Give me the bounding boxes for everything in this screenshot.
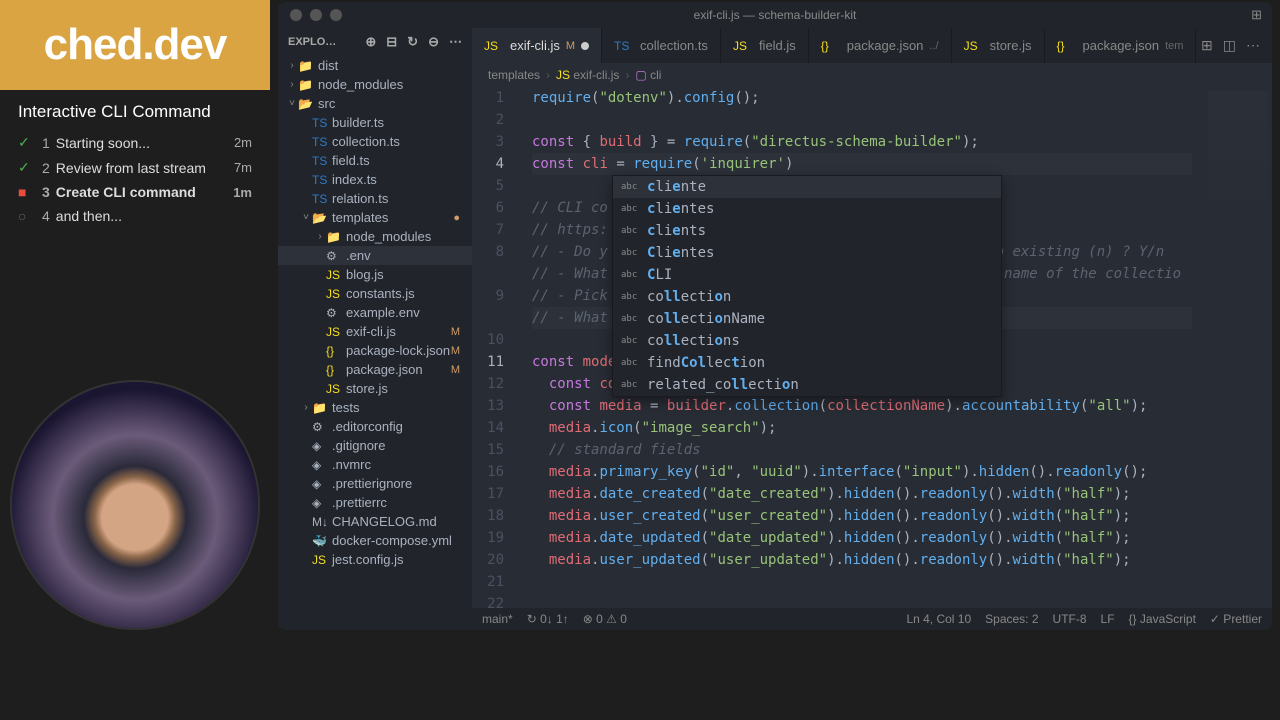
- autocomplete-popup[interactable]: abcclienteabcclientesabcclientsabcClient…: [612, 175, 1002, 397]
- tree-item[interactable]: ⚙example.env: [278, 303, 472, 322]
- indent[interactable]: Spaces: 2: [985, 612, 1038, 626]
- titlebar[interactable]: exif-cli.js — schema-builder-kit ⊞: [278, 2, 1272, 28]
- tree-item[interactable]: ◈.prettierrc: [278, 493, 472, 512]
- git-branch[interactable]: main*: [482, 612, 513, 626]
- tree-item[interactable]: TSindex.ts: [278, 170, 472, 189]
- window-title: exif-cli.js — schema-builder-kit: [694, 8, 857, 22]
- traffic-lights[interactable]: [278, 9, 342, 21]
- autocomplete-item[interactable]: abcclients: [613, 220, 1001, 242]
- new-file-icon[interactable]: ⊕: [365, 34, 376, 50]
- tree-item[interactable]: JSexif-cli.jsM: [278, 322, 472, 341]
- tab[interactable]: {}package.jsontem: [1045, 28, 1197, 63]
- tree-item[interactable]: ›📁tests: [278, 398, 472, 417]
- tree-item[interactable]: TSbuilder.ts: [278, 113, 472, 132]
- autocomplete-item[interactable]: abcfindCollection: [613, 352, 1001, 374]
- collapse-icon[interactable]: ⊖: [428, 34, 439, 50]
- tree-item[interactable]: 🐳docker-compose.yml: [278, 531, 472, 550]
- line-gutter: 12345678910111213141516171819202122: [472, 87, 514, 608]
- editor-main: JSexif-cli.jsMTScollection.tsJSfield.js{…: [472, 28, 1272, 630]
- tree-item[interactable]: TScollection.ts: [278, 132, 472, 151]
- formatter[interactable]: ✓ Prettier: [1210, 612, 1262, 626]
- explorer-header: EXPLO… ⊕ ⊟ ↻ ⊖ ⋯: [278, 28, 472, 56]
- minimap[interactable]: [1208, 91, 1268, 231]
- tree-item[interactable]: ˅📂templates●: [278, 208, 472, 227]
- logo-text: ched.dev: [44, 20, 227, 70]
- tree-item[interactable]: TSrelation.ts: [278, 189, 472, 208]
- tab[interactable]: JSexif-cli.jsM: [472, 28, 602, 63]
- webcam-circle: [10, 380, 260, 630]
- layout-toggle-icon[interactable]: ⊞: [1251, 7, 1262, 23]
- cursor-position[interactable]: Ln 4, Col 10: [906, 612, 971, 626]
- tree-item[interactable]: ˅📂src: [278, 94, 472, 113]
- tree-item[interactable]: JSjest.config.js: [278, 550, 472, 569]
- tree-item[interactable]: ›📁node_modules: [278, 75, 472, 94]
- eol[interactable]: LF: [1101, 612, 1115, 626]
- language-mode[interactable]: {} JavaScript: [1129, 612, 1196, 626]
- new-folder-icon[interactable]: ⊟: [386, 34, 397, 50]
- autocomplete-item[interactable]: abccollectionName: [613, 308, 1001, 330]
- tree-item[interactable]: ◈.nvmrc: [278, 455, 472, 474]
- tree-item[interactable]: ⚙.env: [278, 246, 472, 265]
- problems[interactable]: ⊗ 0 ⚠ 0: [583, 612, 627, 626]
- tree-item[interactable]: ›📁node_modules: [278, 227, 472, 246]
- tree-item[interactable]: ◈.prettierignore: [278, 474, 472, 493]
- compare-icon[interactable]: ⊞: [1201, 37, 1213, 54]
- tab[interactable]: TScollection.ts: [602, 28, 721, 63]
- autocomplete-item[interactable]: abccollection: [613, 286, 1001, 308]
- tab[interactable]: JSfield.js: [721, 28, 809, 63]
- tab[interactable]: {}package.json../: [809, 28, 952, 63]
- tree-item[interactable]: ⚙.editorconfig: [278, 417, 472, 436]
- autocomplete-item[interactable]: abcclientes: [613, 198, 1001, 220]
- encoding[interactable]: UTF-8: [1053, 612, 1087, 626]
- tab-bar[interactable]: JSexif-cli.jsMTScollection.tsJSfield.js{…: [472, 28, 1272, 63]
- stream-overlay: ched.dev Interactive CLI Command ✓1Start…: [0, 0, 270, 720]
- git-sync[interactable]: ↻ 0↓ 1↑: [527, 612, 569, 626]
- tree-item[interactable]: TSfield.ts: [278, 151, 472, 170]
- tree-item[interactable]: JSblog.js: [278, 265, 472, 284]
- tree-item[interactable]: JSconstants.js: [278, 284, 472, 303]
- tab[interactable]: JSstore.js: [952, 28, 1045, 63]
- autocomplete-item[interactable]: abcClientes: [613, 242, 1001, 264]
- code-editor[interactable]: 12345678910111213141516171819202122 requ…: [472, 87, 1272, 608]
- overlay-title: Interactive CLI Command: [0, 90, 270, 130]
- logo-box: ched.dev: [0, 0, 270, 90]
- explorer-sidebar[interactable]: EXPLO… ⊕ ⊟ ↻ ⊖ ⋯ ›📁dist›📁node_modules˅📂s…: [278, 28, 472, 630]
- autocomplete-item[interactable]: abcCLI: [613, 264, 1001, 286]
- autocomplete-item[interactable]: abccliente: [613, 176, 1001, 198]
- tree-item[interactable]: ◈.gitignore: [278, 436, 472, 455]
- more-icon[interactable]: ⋯: [1246, 37, 1260, 54]
- status-bar[interactable]: main* ↻ 0↓ 1↑ ⊗ 0 ⚠ 0 Ln 4, Col 10 Space…: [472, 608, 1272, 630]
- file-tree[interactable]: ›📁dist›📁node_modules˅📂srcTSbuilder.tsTSc…: [278, 56, 472, 630]
- tree-item[interactable]: {}package-lock.jsonM: [278, 341, 472, 360]
- split-icon[interactable]: ◫: [1223, 37, 1236, 54]
- todo-list: ✓1Starting soon...2m✓2Review from last s…: [0, 130, 270, 228]
- more-icon[interactable]: ⋯: [449, 34, 462, 50]
- autocomplete-item[interactable]: abcrelated_collection: [613, 374, 1001, 396]
- tree-item[interactable]: {}package.jsonM: [278, 360, 472, 379]
- tree-item[interactable]: JSstore.js: [278, 379, 472, 398]
- autocomplete-item[interactable]: abccollections: [613, 330, 1001, 352]
- refresh-icon[interactable]: ↻: [407, 34, 418, 50]
- tree-item[interactable]: ›📁dist: [278, 56, 472, 75]
- breadcrumb[interactable]: templates › JS exif-cli.js › ▢ cli: [472, 63, 1272, 87]
- tree-item[interactable]: M↓CHANGELOG.md: [278, 512, 472, 531]
- editor-window: exif-cli.js — schema-builder-kit ⊞ EXPLO…: [278, 2, 1272, 630]
